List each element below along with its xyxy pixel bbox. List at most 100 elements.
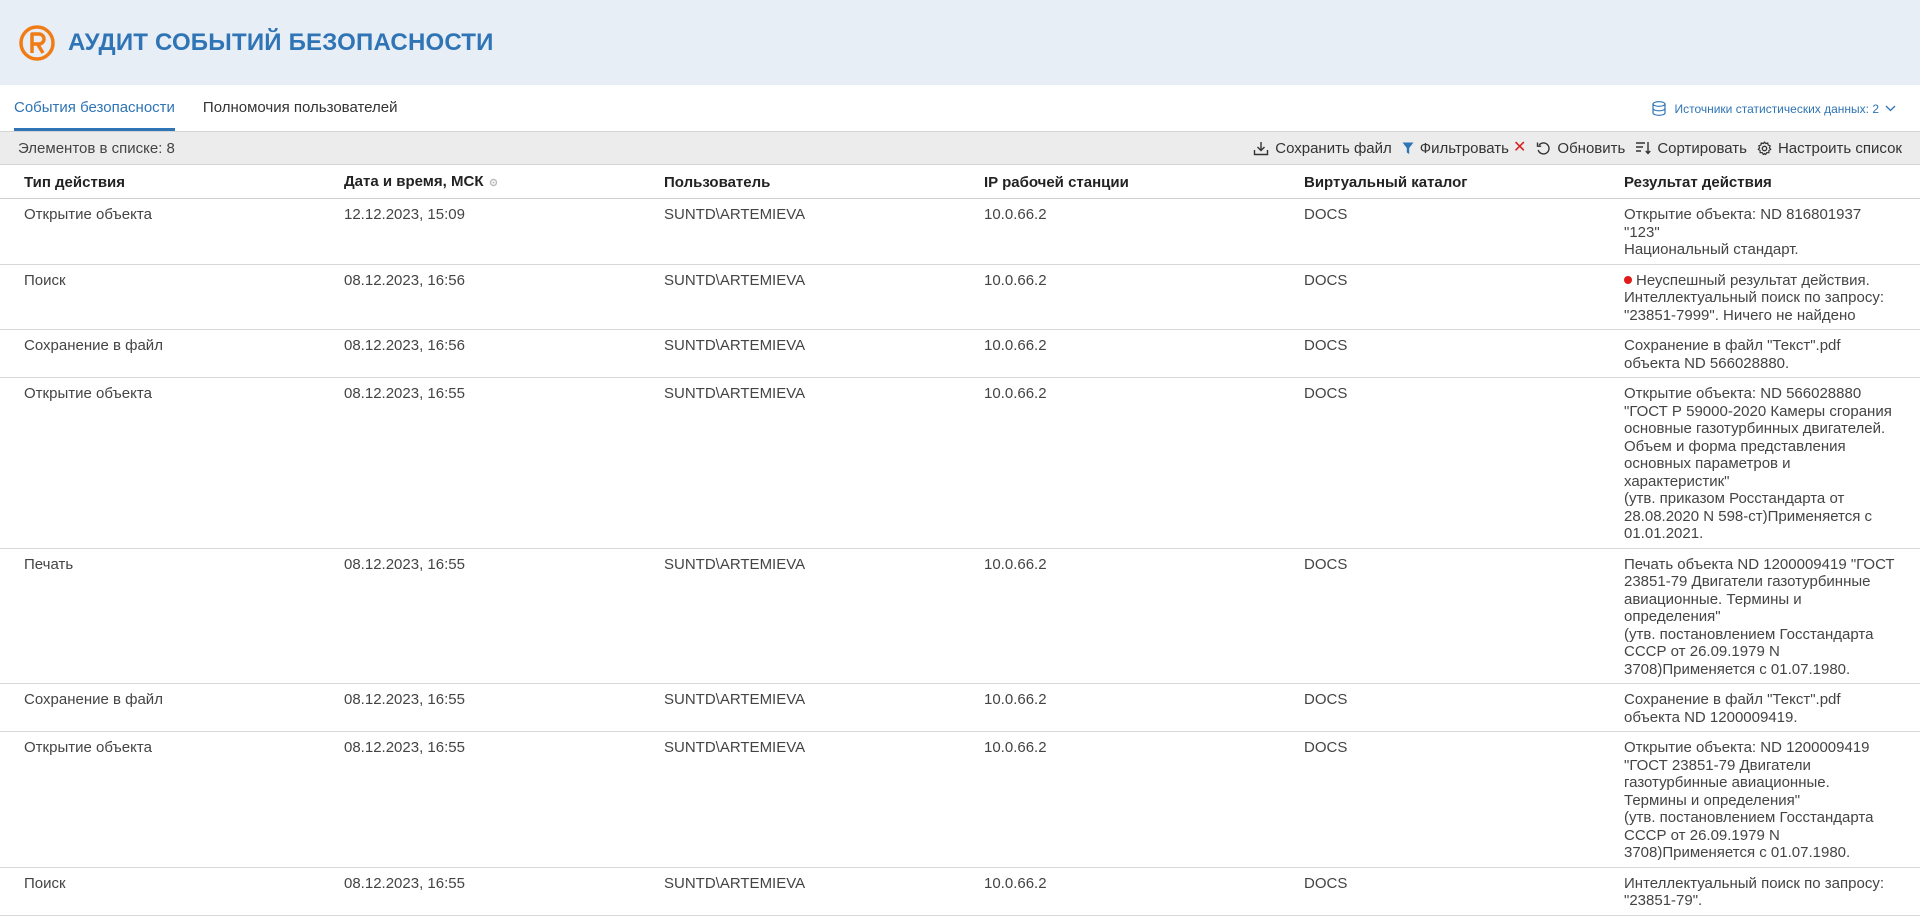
data-sources-dropdown[interactable]: Источники статистических данных: 2 [1652,101,1896,116]
items-count: Элементов в списке: 8 [18,139,175,157]
result-line: 01.01.2021. [1624,525,1704,542]
refresh-button[interactable]: Обновить [1536,140,1625,157]
cell-datetime: 08.12.2023, 16:55 [320,867,640,916]
table-row[interactable]: Сохранение в файл 08.12.2023, 16:55 SUNTD\… [0,683,1920,732]
cell-action-type: Сохранение в файл [0,683,320,732]
cell-ip: 10.0.66.2 [960,548,1280,684]
table-row[interactable]: Открытие объекта 08.12.2023, 16:55 SUNTD\A… [0,731,1920,868]
cell-catalog: DOCS [1280,329,1600,378]
cell-user: SUNTD\ARTEMIEVA [640,548,960,684]
result-line: СССР от 26.09.1979 N [1624,643,1780,660]
clear-filter-icon[interactable]: ✕ [1513,140,1526,156]
cell-user: SUNTD\ARTEMIEVA [640,264,960,330]
cell-datetime: 08.12.2023, 16:55 [320,683,640,732]
cell-datetime: 08.12.2023, 16:55 [320,377,640,549]
cell-action-type: Поиск [0,867,320,916]
app-header: АУДИТ СОБЫТИЙ БЕЗОПАСНОСТИ [0,0,1920,85]
column-header-label: Результат действия [1624,173,1772,191]
cell-result: Интеллектуальный поиск по запросу: "23851… [1600,867,1920,916]
cell-catalog: DOCS [1280,264,1600,330]
cell-action-type: Сохранение в файл [0,329,320,378]
result-line: Интеллектуальный поиск по запросу: [1624,289,1884,306]
filter-button[interactable]: Фильтровать ✕ [1402,139,1526,157]
result-line: Объем и форма представления [1624,437,1846,455]
cell-action-type: Открытие объекта [0,377,320,549]
cell-result: Неуспешный результат действия. Интеллекту… [1600,264,1920,330]
result-line: Открытие объекта: ND 566028880 [1624,385,1862,402]
chevron-down-icon [1885,105,1896,112]
column-header-label: Дата и время, МСК [344,173,484,191]
result-line: 3708)Применяется с 01.07.1980. [1624,660,1851,678]
gear-icon[interactable] [489,174,498,191]
cell-result: Открытие объекта: ND 1200009419 "ГОСТ 238… [1600,731,1920,868]
table-row[interactable]: Сохранение в файл 08.12.2023, 16:56 SUNTD\… [0,329,1920,378]
table-row[interactable]: Открытие объекта 12.12.2023, 15:09 SUNTD\A… [0,198,1920,265]
cell-datetime: 08.12.2023, 16:56 [320,329,640,378]
cell-action-type: Открытие объекта [0,731,320,868]
cell-datetime: 08.12.2023, 16:55 [320,548,640,684]
configure-list-button[interactable]: Настроить список [1757,140,1902,157]
column-header-label: Пользователь [664,173,771,191]
cell-result: Сохранение в файл "Текст".pdf объекта ND … [1600,683,1920,732]
result-line: Интеллектуальный поиск по запросу: [1624,874,1884,892]
column-header-ip[interactable]: IP рабочей станции [960,165,1280,199]
column-header-label: IP рабочей станции [984,173,1129,191]
result-line: Национальный стандарт. [1624,241,1799,258]
cell-result: Открытие объекта: ND 816801937 "123" Нацио… [1600,198,1920,265]
result-line: характеристик" [1624,472,1730,490]
result-line: (утв. постановлением Госстандарта [1624,625,1874,643]
column-header-result[interactable]: Результат действия [1600,165,1920,199]
cell-action-type: Открытие объекта [0,198,320,265]
cell-result: Сохранение в файл "Текст".pdf объекта ND … [1600,329,1920,378]
column-header-action-type[interactable]: Тип действия [0,165,320,199]
column-header-datetime[interactable]: Дата и время, МСК [320,165,640,199]
database-icon [1652,101,1667,116]
cell-datetime: 08.12.2023, 16:55 [320,731,640,868]
list-toolbar: Элементов в списке: 8 Сохранить файл Фил… [0,131,1920,165]
page-title: АУДИТ СОБЫТИЙ БЕЗОПАСНОСТИ [68,28,494,56]
tab-user-permissions[interactable]: Полномочия пользователей [203,99,398,131]
cell-user: SUNTD\ARTEMIEVA [640,198,960,265]
result-line: СССР от 26.09.1979 N [1624,826,1780,844]
cell-datetime: 08.12.2023, 16:56 [320,264,640,330]
sort-label: Сортировать [1657,139,1747,157]
cell-ip: 10.0.66.2 [960,198,1280,265]
download-icon [1253,141,1269,156]
cell-user: SUNTD\ARTEMIEVA [640,377,960,549]
sort-icon [1635,141,1652,155]
table-row[interactable]: Открытие объекта 08.12.2023, 16:55 SUNTD\A… [0,377,1920,549]
error-status-icon [1624,275,1632,284]
save-file-label: Сохранить файл [1275,139,1392,157]
tab-bar: События безопасности Полномочия пользова… [0,85,1920,131]
filter-label: Фильтровать [1419,139,1509,157]
result-line: (утв. приказом Росстандарта от [1624,490,1845,507]
table-row[interactable]: Печать 08.12.2023, 16:55 SUNTD\ARTEMIEVA 10… [0,548,1920,684]
column-header-user[interactable]: Пользователь [640,165,960,199]
table-header-row: Тип действия Дата и время, МСК Пользоват… [0,165,1920,199]
save-file-button[interactable]: Сохранить файл [1253,140,1392,157]
result-line: "123" [1624,223,1660,241]
result-line: Сохранение в файл "Текст".pdf [1624,337,1841,354]
result-line: "23851-79". [1624,892,1703,909]
cell-result: Открытие объекта: ND 566028880 "ГОСТ Р 59… [1600,377,1920,549]
result-line: "23851-7999". Ничего не найдено [1624,306,1856,324]
tab-security-events[interactable]: События безопасности [14,99,175,131]
refresh-label: Обновить [1557,139,1626,157]
result-line: 23851-79 Двигатели газотурбинные [1624,573,1871,590]
refresh-icon [1536,141,1551,156]
result-line: авиационные. Термины и [1624,590,1802,608]
events-table: Тип действия Дата и время, МСК Пользоват… [0,165,1920,916]
result-line: (утв. постановлением Госстандарта [1624,809,1874,826]
cell-result: Печать объекта ND 1200009419 "ГОСТ 23851-… [1600,548,1920,684]
cell-catalog: DOCS [1280,867,1600,916]
cell-ip: 10.0.66.2 [960,264,1280,330]
result-line: Неуспешный результат действия. [1624,272,1900,290]
result-line: объекта ND 566028880. [1624,354,1790,372]
table-row[interactable]: Поиск 08.12.2023, 16:55 SUNTD\ARTEMIEVA 10.… [0,867,1920,916]
result-line: Открытие объекта: ND 1200009419 [1624,739,1870,756]
result-text: Неуспешный результат действия. [1636,271,1870,289]
table-row[interactable]: Поиск 08.12.2023, 16:56 SUNTD\ARTEMIEVA 10.… [0,264,1920,330]
cell-ip: 10.0.66.2 [960,683,1280,732]
column-header-catalog[interactable]: Виртуальный каталог [1280,165,1600,199]
sort-button[interactable]: Сортировать [1635,140,1747,157]
